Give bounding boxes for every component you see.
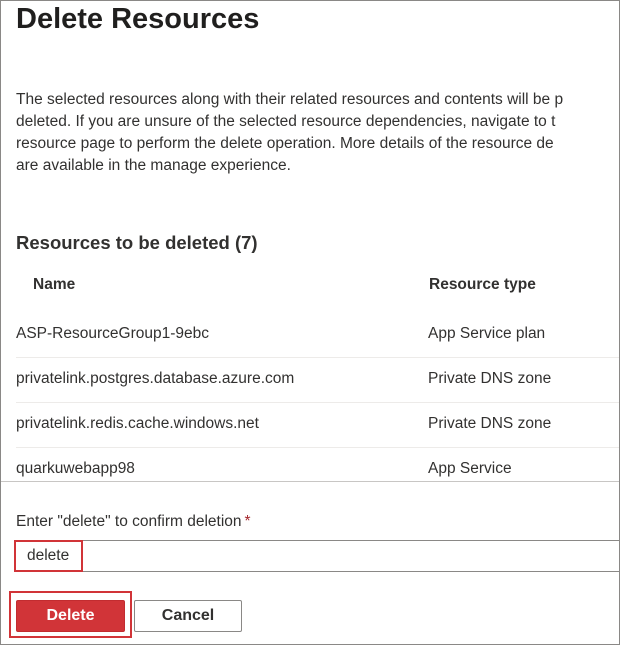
cancel-button[interactable]: Cancel	[134, 600, 242, 632]
resource-type: App Service plan	[428, 325, 546, 342]
resource-name: privatelink.postgres.database.azure.com	[16, 370, 295, 387]
column-header-name[interactable]: Name	[33, 276, 75, 294]
confirm-deletion-label: Enter "delete" to confirm deletion *	[16, 513, 251, 531]
resource-name: quarkuwebapp98	[16, 460, 135, 477]
confirm-label-text: Enter "delete" to confirm deletion	[16, 513, 242, 530]
resources-grid-header: Name Resource type	[1, 263, 619, 307]
dialog-description: The selected resources along with their …	[16, 89, 619, 177]
required-marker: *	[244, 513, 251, 530]
resources-grid[interactable]: ASP-ResourceGroup1-9ebc App Service plan…	[16, 313, 619, 479]
description-line: are available in the manage experience.	[16, 157, 291, 174]
description-line: The selected resources along with their …	[16, 91, 564, 108]
column-header-resource-type[interactable]: Resource type	[429, 276, 536, 294]
table-row: quarkuwebapp98 App Service	[16, 448, 619, 479]
description-line: resource page to perform the delete oper…	[16, 135, 554, 152]
delete-resources-dialog: Delete Resources The selected resources …	[0, 0, 620, 645]
resource-name: privatelink.redis.cache.windows.net	[16, 415, 259, 432]
resource-type: Private DNS zone	[428, 370, 552, 387]
resource-name: ASP-ResourceGroup1-9ebc	[16, 325, 209, 342]
resources-section-title: Resources to be deleted (7)	[16, 232, 258, 253]
table-row: privatelink.redis.cache.windows.net Priv…	[16, 403, 619, 448]
delete-button-highlight-box	[9, 591, 132, 638]
confirm-deletion-input[interactable]: delete	[14, 540, 619, 572]
input-highlight-box	[14, 540, 83, 572]
footer-divider	[1, 481, 619, 482]
resource-type: App Service	[428, 460, 512, 477]
description-line: deleted. If you are unsure of the select…	[16, 113, 556, 130]
resource-type: Private DNS zone	[428, 415, 552, 432]
table-row: privatelink.postgres.database.azure.com …	[16, 358, 619, 403]
dialog-title: Delete Resources	[16, 3, 260, 35]
table-row: ASP-ResourceGroup1-9ebc App Service plan	[16, 313, 619, 358]
